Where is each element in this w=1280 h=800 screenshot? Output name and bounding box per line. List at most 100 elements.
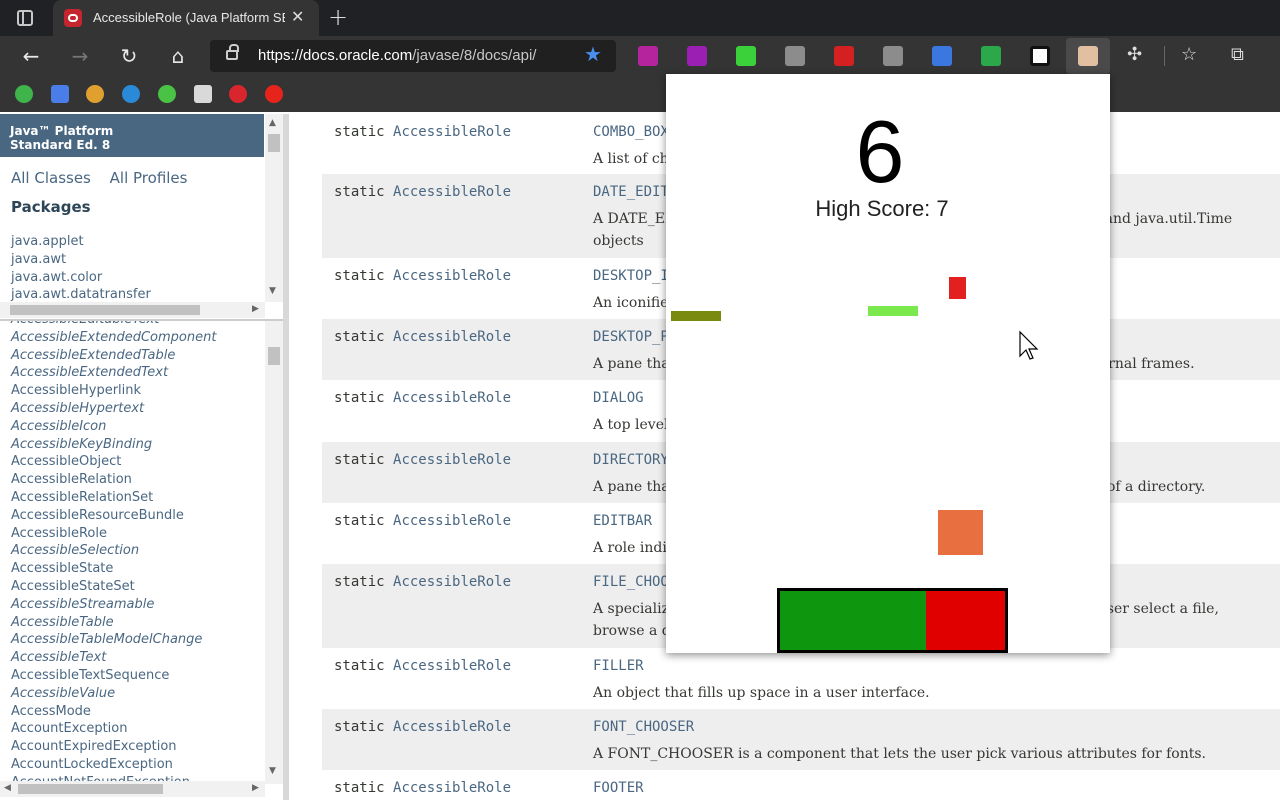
scroll-down-arrow-icon[interactable]: ▼ xyxy=(269,766,276,776)
extension-icon[interactable] xyxy=(834,46,854,66)
game-popup[interactable]: 6 High Score: 7 xyxy=(666,74,1110,653)
package-horizontal-scrollbar[interactable]: ▶ xyxy=(0,302,265,318)
class-link[interactable]: AccessibleTextSequence xyxy=(11,668,169,683)
tab-actions-icon[interactable] xyxy=(17,10,33,26)
reload-button[interactable]: ↻ xyxy=(117,44,141,68)
player-health-bar[interactable] xyxy=(777,588,1008,653)
type-link[interactable]: AccessibleRole xyxy=(393,513,511,529)
forward-button[interactable]: → xyxy=(68,44,92,68)
scroll-thumb[interactable] xyxy=(268,134,280,152)
type-link[interactable]: AccessibleRole xyxy=(393,268,511,284)
extension-icon[interactable] xyxy=(687,46,707,66)
extension-icon[interactable] xyxy=(736,46,756,66)
scroll-left-arrow-icon[interactable]: ◀ xyxy=(4,783,11,793)
class-link[interactable]: AccessMode xyxy=(11,704,91,719)
class-link[interactable]: AccessibleHyperlink xyxy=(11,383,141,398)
bookmark-favicon-icon[interactable] xyxy=(193,85,212,103)
type-link[interactable]: AccessibleRole xyxy=(393,719,511,735)
all-classes-link[interactable]: All Classes xyxy=(11,169,91,187)
favorites-icon[interactable]: ☆ xyxy=(1181,44,1197,65)
active-tab[interactable]: AccessibleRole (Java Platform SE ✕ xyxy=(53,0,319,36)
package-link[interactable]: java.applet xyxy=(11,234,84,249)
extensions-puzzle-icon[interactable]: ✣ xyxy=(1127,44,1142,65)
player-health-fill xyxy=(780,591,927,650)
class-link[interactable]: AccessibleIcon xyxy=(11,419,106,434)
lock-icon[interactable] xyxy=(226,44,239,60)
field-modifier: static AccessibleRole xyxy=(334,390,511,406)
scroll-right-arrow-icon[interactable]: ▶ xyxy=(252,783,259,793)
class-link[interactable]: AccessibleExtendedText xyxy=(11,365,168,380)
class-link[interactable]: AccessibleStreamable xyxy=(11,597,154,612)
field-name-link[interactable]: FOOTER xyxy=(593,780,644,796)
bookmark-favicon-icon[interactable] xyxy=(50,85,69,103)
extension-icon[interactable] xyxy=(785,46,805,66)
field-name-link[interactable]: FILLER xyxy=(593,658,644,674)
class-link[interactable]: AccessibleExtendedComponent xyxy=(11,330,216,345)
class-link[interactable]: AccessibleEditableText xyxy=(11,321,159,327)
class-link[interactable]: AccessibleStateSet xyxy=(11,579,135,594)
extension-icon[interactable] xyxy=(883,46,903,66)
extension-icon[interactable] xyxy=(981,46,1001,66)
type-link[interactable]: AccessibleRole xyxy=(393,390,511,406)
class-link[interactable]: AccessibleKeyBinding xyxy=(11,437,152,452)
extension-icon[interactable] xyxy=(638,46,658,66)
bookmark-favicon-icon[interactable] xyxy=(157,85,176,103)
type-link[interactable]: AccessibleRole xyxy=(393,780,511,796)
class-link[interactable]: AccountLockedException xyxy=(11,757,173,772)
bookmark-favicon-icon[interactable] xyxy=(122,85,141,103)
class-link[interactable]: AccessibleSelection xyxy=(11,543,139,558)
class-link[interactable]: AccessibleText xyxy=(11,650,106,665)
extension-icon[interactable] xyxy=(1078,46,1098,66)
scroll-down-arrow-icon[interactable]: ▼ xyxy=(269,286,276,296)
class-vertical-scrollbar[interactable]: ▼ xyxy=(265,321,283,784)
class-link[interactable]: AccountExpiredException xyxy=(11,739,177,754)
address-bar[interactable]: https://docs.oracle.com/javase/8/docs/ap… xyxy=(210,40,616,72)
type-link[interactable]: AccessibleRole xyxy=(393,329,511,345)
package-vertical-scrollbar[interactable]: ▲ ▼ xyxy=(265,114,283,302)
scroll-thumb[interactable] xyxy=(10,305,200,315)
field-name-link[interactable]: EDITBAR xyxy=(593,513,652,529)
favorite-star-icon[interactable]: ★ xyxy=(584,42,602,66)
class-link[interactable]: AccessibleRelation xyxy=(11,472,132,487)
field-modifier: static AccessibleRole xyxy=(334,719,511,735)
scroll-right-arrow-icon[interactable]: ▶ xyxy=(252,304,259,314)
field-name-link[interactable]: FONT_CHOOSER xyxy=(593,719,694,735)
scroll-thumb[interactable] xyxy=(268,347,280,365)
extension-icon[interactable] xyxy=(932,46,952,66)
bookmark-favicon-icon[interactable] xyxy=(264,85,283,103)
field-name-link[interactable]: DIALOG xyxy=(593,390,644,406)
class-link[interactable]: AccountException xyxy=(11,721,127,736)
type-link[interactable]: AccessibleRole xyxy=(393,574,511,590)
package-link[interactable]: java.awt.color xyxy=(11,270,102,285)
package-link[interactable]: java.awt xyxy=(11,252,66,267)
new-tab-button[interactable]: + xyxy=(328,3,348,31)
package-link[interactable]: java.awt.datatransfer xyxy=(11,287,151,302)
class-horizontal-scrollbar[interactable]: ◀ ▶ xyxy=(0,781,265,797)
all-profiles-link[interactable]: All Profiles xyxy=(110,169,188,187)
class-link[interactable]: AccessibleTableModelChange xyxy=(11,632,202,647)
class-link[interactable]: AccessibleRole xyxy=(11,526,107,541)
collections-icon[interactable]: ⧉ xyxy=(1231,44,1244,65)
class-link[interactable]: AccessibleState xyxy=(11,561,113,576)
scroll-up-arrow-icon[interactable]: ▲ xyxy=(269,118,276,128)
class-link[interactable]: AccessibleObject xyxy=(11,454,121,469)
class-link[interactable]: AccessibleResourceBundle xyxy=(11,508,184,523)
close-tab-icon[interactable]: ✕ xyxy=(291,7,304,26)
bookmark-favicon-icon[interactable] xyxy=(15,85,33,103)
type-link[interactable]: AccessibleRole xyxy=(393,124,511,140)
class-link[interactable]: AccessibleHypertext xyxy=(11,401,144,416)
type-link[interactable]: AccessibleRole xyxy=(393,658,511,674)
type-link[interactable]: AccessibleRole xyxy=(393,452,511,468)
type-link[interactable]: AccessibleRole xyxy=(393,184,511,200)
back-button[interactable]: ← xyxy=(19,44,43,68)
class-link[interactable]: AccessibleTable xyxy=(11,615,114,630)
scroll-thumb[interactable] xyxy=(18,784,163,794)
bookmark-favicon-icon[interactable] xyxy=(229,85,248,103)
field-name-link[interactable]: COMBO_BOX xyxy=(593,124,669,140)
bookmark-favicon-icon[interactable] xyxy=(86,85,105,103)
home-button[interactable]: ⌂ xyxy=(166,44,190,68)
class-link[interactable]: AccessibleValue xyxy=(11,686,115,701)
class-link[interactable]: AccessibleExtendedTable xyxy=(11,348,175,363)
class-link[interactable]: AccessibleRelationSet xyxy=(11,490,153,505)
extension-icon[interactable] xyxy=(1030,46,1050,66)
